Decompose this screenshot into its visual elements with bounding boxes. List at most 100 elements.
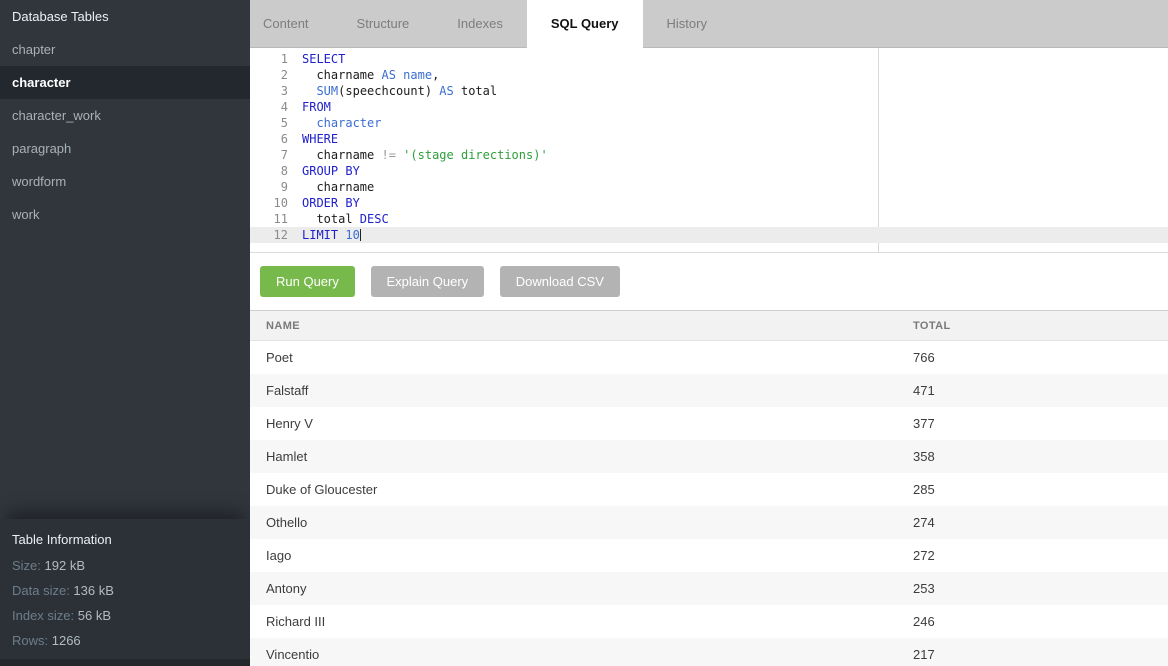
tab-content[interactable]: Content xyxy=(250,0,333,48)
sidebar-item-wordform[interactable]: wordform xyxy=(0,165,250,198)
name-cell: Iago xyxy=(250,539,897,572)
code-line: character xyxy=(288,115,381,131)
code-token: name xyxy=(403,68,432,82)
code-token: 10 xyxy=(345,228,359,242)
info-label: Index size: xyxy=(12,608,78,623)
line-number: 9 xyxy=(250,179,288,195)
sidebar-item-work[interactable]: work xyxy=(0,198,250,231)
total-cell: 272 xyxy=(897,539,1168,572)
total-cell: 471 xyxy=(897,374,1168,407)
line-number: 1 xyxy=(250,51,288,67)
info-value: 136 kB xyxy=(73,583,113,598)
name-cell: Vincentio xyxy=(250,638,897,666)
editor-line-5: 5 character xyxy=(250,115,1168,131)
sidebar-bottom-strip xyxy=(0,659,250,666)
table-row: Iago272 xyxy=(250,539,1168,572)
editor-line-6: 6WHERE xyxy=(250,131,1168,147)
code-token: charname xyxy=(302,180,374,194)
line-number: 7 xyxy=(250,147,288,163)
name-cell: Poet xyxy=(250,341,897,374)
code-line: charname xyxy=(288,179,374,195)
code-token: GROUP BY xyxy=(302,164,360,178)
total-cell: 274 xyxy=(897,506,1168,539)
info-row-size-: Size: 192 kB xyxy=(0,553,250,578)
info-label: Data size: xyxy=(12,583,73,598)
code-line: SUM(speechcount) AS total xyxy=(288,83,497,99)
name-cell: Antony xyxy=(250,572,897,605)
code-token: AS xyxy=(381,68,395,82)
total-cell: 246 xyxy=(897,605,1168,638)
info-row-index-size-: Index size: 56 kB xyxy=(0,603,250,628)
total-cell: 253 xyxy=(897,572,1168,605)
code-line: GROUP BY xyxy=(288,163,360,179)
table-information-panel: Table Information Size: 192 kBData size:… xyxy=(0,519,250,666)
code-token: != xyxy=(381,148,395,162)
code-token: SUM xyxy=(316,84,338,98)
code-line: LIMIT 10 xyxy=(288,227,361,243)
name-cell: Hamlet xyxy=(250,440,897,473)
code-token xyxy=(302,116,316,130)
editor-line-3: 3 SUM(speechcount) AS total xyxy=(250,83,1168,99)
line-number: 10 xyxy=(250,195,288,211)
sql-editor[interactable]: 1 SELECT2 charname AS name,3 SUM(speechco… xyxy=(250,48,1168,253)
table-information-title: Table Information xyxy=(0,519,250,553)
info-value: 56 kB xyxy=(78,608,111,623)
table-row: Vincentio217 xyxy=(250,638,1168,666)
sidebar-item-chapter[interactable]: chapter xyxy=(0,33,250,66)
explain-query-button[interactable]: Explain Query xyxy=(371,266,485,297)
table-list: chaptercharactercharacter_workparagraphw… xyxy=(0,33,250,231)
line-number: 12 xyxy=(250,227,288,243)
tab-indexes[interactable]: Indexes xyxy=(433,0,527,48)
editor-line-10: 10 ORDER BY xyxy=(250,195,1168,211)
code-line: ORDER BY xyxy=(288,195,360,211)
editor-line-2: 2 charname AS name, xyxy=(250,67,1168,83)
name-cell: Richard III xyxy=(250,605,897,638)
total-cell: 285 xyxy=(897,473,1168,506)
code-token: ORDER BY xyxy=(302,196,360,210)
info-row-rows-: Rows: 1266 xyxy=(0,628,250,653)
table-row: Othello274 xyxy=(250,506,1168,539)
download-csv-button[interactable]: Download CSV xyxy=(500,266,620,297)
tab-structure[interactable]: Structure xyxy=(333,0,434,48)
code-token: AS xyxy=(439,84,453,98)
code-line: charname != '(stage directions)' xyxy=(288,147,548,163)
tab-history[interactable]: History xyxy=(643,0,731,48)
line-number: 8 xyxy=(250,163,288,179)
code-token: total xyxy=(454,84,497,98)
code-token: FROM xyxy=(302,100,331,114)
code-token: charname xyxy=(302,148,381,162)
table-information-rows: Size: 192 kBData size: 136 kBIndex size:… xyxy=(0,553,250,653)
editor-line-7: 7 charname != '(stage directions)' xyxy=(250,147,1168,163)
code-token xyxy=(302,84,316,98)
code-token: character xyxy=(316,116,381,130)
line-number: 2 xyxy=(250,67,288,83)
total-cell: 766 xyxy=(897,341,1168,374)
editor-line-4: 4FROM xyxy=(250,99,1168,115)
total-cell: 377 xyxy=(897,407,1168,440)
code-token: SELECT xyxy=(302,52,345,66)
tab-sql-query[interactable]: SQL Query xyxy=(527,0,643,48)
name-cell: Falstaff xyxy=(250,374,897,407)
editor-line-12: 12LIMIT 10 xyxy=(250,227,1168,243)
total-cell: 217 xyxy=(897,638,1168,666)
line-number: 5 xyxy=(250,115,288,131)
table-row: Poet766 xyxy=(250,341,1168,374)
line-number: 3 xyxy=(250,83,288,99)
sidebar-item-paragraph[interactable]: paragraph xyxy=(0,132,250,165)
info-row-data-size-: Data size: 136 kB xyxy=(0,578,250,603)
run-query-button[interactable]: Run Query xyxy=(260,266,355,297)
line-number: 6 xyxy=(250,131,288,147)
sidebar-item-character[interactable]: character xyxy=(0,66,250,99)
code-line: total DESC xyxy=(288,211,389,227)
info-label: Size: xyxy=(12,558,45,573)
sidebar-item-character-work[interactable]: character_work xyxy=(0,99,250,132)
query-toolbar: Run Query Explain Query Download CSV xyxy=(250,253,1168,310)
code-token: charname xyxy=(302,68,381,82)
editor-line-11: 11 total DESC xyxy=(250,211,1168,227)
name-cell: Duke of Gloucester xyxy=(250,473,897,506)
table-row: Richard III246 xyxy=(250,605,1168,638)
line-number: 11 xyxy=(250,211,288,227)
name-cell: Othello xyxy=(250,506,897,539)
code-token: total xyxy=(302,212,360,226)
table-row: Henry V377 xyxy=(250,407,1168,440)
